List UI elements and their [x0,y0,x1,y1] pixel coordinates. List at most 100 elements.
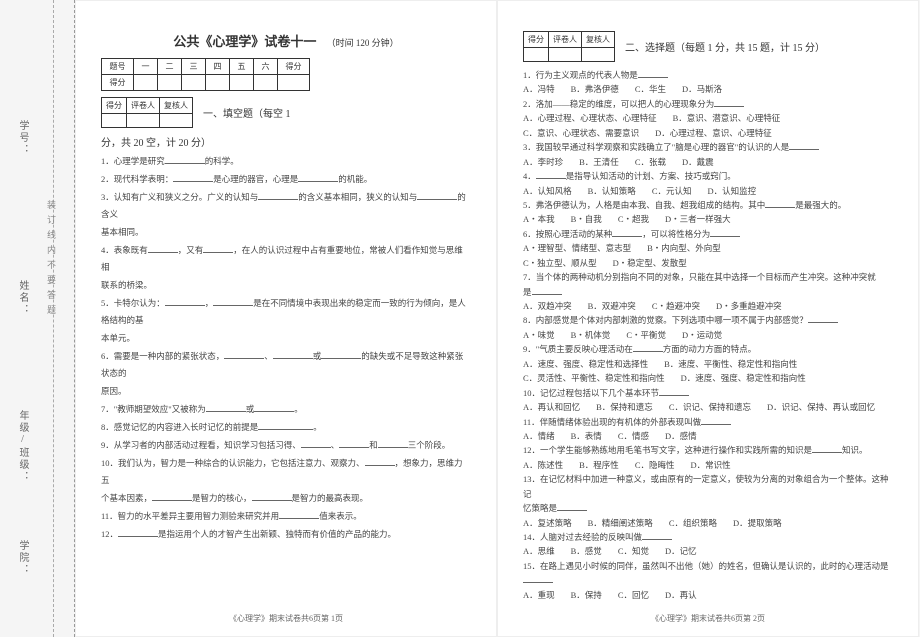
blank[interactable] [279,510,319,519]
c13b: 忆策略是 [523,503,557,513]
c9b2: B．速度、平衡性、稳定性和指向性 [664,359,797,369]
q1: 1．心理学是研究 [101,156,165,166]
blank[interactable] [258,191,298,200]
c10d: D．识记、保持、再认或回忆 [767,402,875,412]
q10e: 是智力的最高表现。 [292,493,369,503]
blank[interactable] [536,170,566,179]
blank[interactable] [642,531,672,540]
q3b: 的含义基本相同，狭义的认知与 [298,192,417,202]
blank[interactable] [765,199,795,208]
q6c: 或 [313,351,322,361]
th-1: 一 [134,59,158,75]
blank[interactable] [808,314,838,323]
c4a: A．认知风格 [523,186,572,196]
cell-empty [524,48,549,62]
c14c: C．知觉 [618,546,649,556]
blank[interactable] [298,173,338,182]
q2c: 的机能。 [338,174,372,184]
c11a: A．情绪 [523,431,555,441]
c9c: C．灵活性、平衡性、稳定性和指向性 [523,373,665,383]
footer-left: 《心理学》期末试卷共6页第 1页 [76,613,496,624]
blank[interactable] [252,492,292,501]
q6b: 、 [264,351,273,361]
blank[interactable] [224,350,264,359]
c1b: B．弗洛伊德 [571,84,619,94]
blank[interactable] [301,439,331,448]
c2: 2．洛加——稳定的维度，可以把人的心理现象分为 [523,99,714,109]
c6c: C・独立型、顺从型 [523,258,597,268]
blank[interactable] [273,350,313,359]
cell-empty [230,75,254,91]
label-college: 学院： [15,540,30,576]
c4b2: B．认知策略 [588,186,636,196]
c13b2: B．精细阐述策略 [588,518,653,528]
blank[interactable] [258,421,313,430]
q7c: 。 [294,404,303,414]
blank[interactable] [523,574,553,583]
blank[interactable] [148,244,178,253]
c1a: A．冯特 [523,84,555,94]
blank[interactable] [321,350,361,359]
c2a: A．心理过程、心理状态、心理特征 [523,113,657,123]
score-summary-table: 题号 一 二 三 四 五 六 得分 得分 [101,58,310,91]
page-1: 公共《心理学》试卷十一 （时间 120 分钟） 题号 一 二 三 四 五 六 得… [75,0,497,637]
section1-title-b: 分，共 20 空，计 20 分） [101,134,471,149]
q2: 2．现代科学表明： [101,174,173,184]
blank[interactable] [557,502,587,511]
c5b: 是最强大的。 [795,200,846,210]
lbl-grade: 得分 [102,98,127,114]
blank[interactable] [633,343,663,352]
page-2: 得分 评卷人 复核人 二、选择题（每题 1 分，共 15 题，计 15 分） 1… [497,0,919,637]
blank[interactable] [213,297,253,306]
c15: 15．在路上遇见小时候的同伴，虽然叫不出他（她）的姓名，但确认是认识的，此时的心… [523,561,889,571]
q5: 5．卡特尔认为： [101,298,165,308]
c13c: C．组织策略 [669,518,717,528]
grader-table-sec2: 得分 评卷人 复核人 [523,31,615,62]
c7a: A．双趋冲突 [523,301,572,311]
q1b: 的科学。 [205,156,239,166]
blank[interactable] [701,416,731,425]
c6: 6．按照心理活动的某种 [523,229,612,239]
th-score: 得分 [278,59,310,75]
blank[interactable] [152,492,192,501]
c9b: 方面的动力方面的特点。 [663,344,757,354]
c1: 1．行为主义观点的代表人物是 [523,70,638,80]
c15c: C．回忆 [618,590,649,600]
blank[interactable] [532,286,562,295]
th-5: 五 [230,59,254,75]
c3b: B．王清任 [579,157,619,167]
c7b: 是 [523,287,532,297]
q5b: ， [205,298,214,308]
blank[interactable] [417,191,457,200]
c3: 3．我国较早通过科学观察和实践确立了"脑是心理的器官"的认识的人是 [523,142,789,152]
blank[interactable] [638,69,668,78]
blank[interactable] [165,297,205,306]
blank[interactable] [659,387,689,396]
blank[interactable] [118,528,158,537]
blank[interactable] [812,444,842,453]
blank[interactable] [789,141,819,150]
blank[interactable] [612,228,642,237]
c14b: B．感觉 [571,546,602,556]
c10a: A．再认和回忆 [523,402,580,412]
c9d: D．速度、强度、稳定性和指向性 [681,373,806,383]
c1d: D．马斯洛 [682,84,722,94]
q9: 9．从学习者的内部活动过程看，知识学习包括习得、 [101,440,301,450]
blank[interactable] [339,439,369,448]
blank[interactable] [365,457,395,466]
c6b2: B・内向型、外向型 [647,243,721,253]
c3d: D．戴震 [682,157,714,167]
blank[interactable] [254,403,294,412]
blank[interactable] [710,228,740,237]
blank[interactable] [714,98,744,107]
q11: 11．智力的水平差异主要用智力测验来研究并用 [101,511,279,521]
blank[interactable] [165,155,205,164]
q8b: 。 [313,422,322,432]
blank[interactable] [203,244,233,253]
binding-margin: 学院： 年级/班级： 姓名： 学号： 装订线内不要答题 [0,0,75,637]
c15b: B．保持 [571,590,602,600]
blank[interactable] [206,403,246,412]
blank[interactable] [173,173,213,182]
blank[interactable] [378,439,408,448]
label-id: 学号： [15,120,30,156]
